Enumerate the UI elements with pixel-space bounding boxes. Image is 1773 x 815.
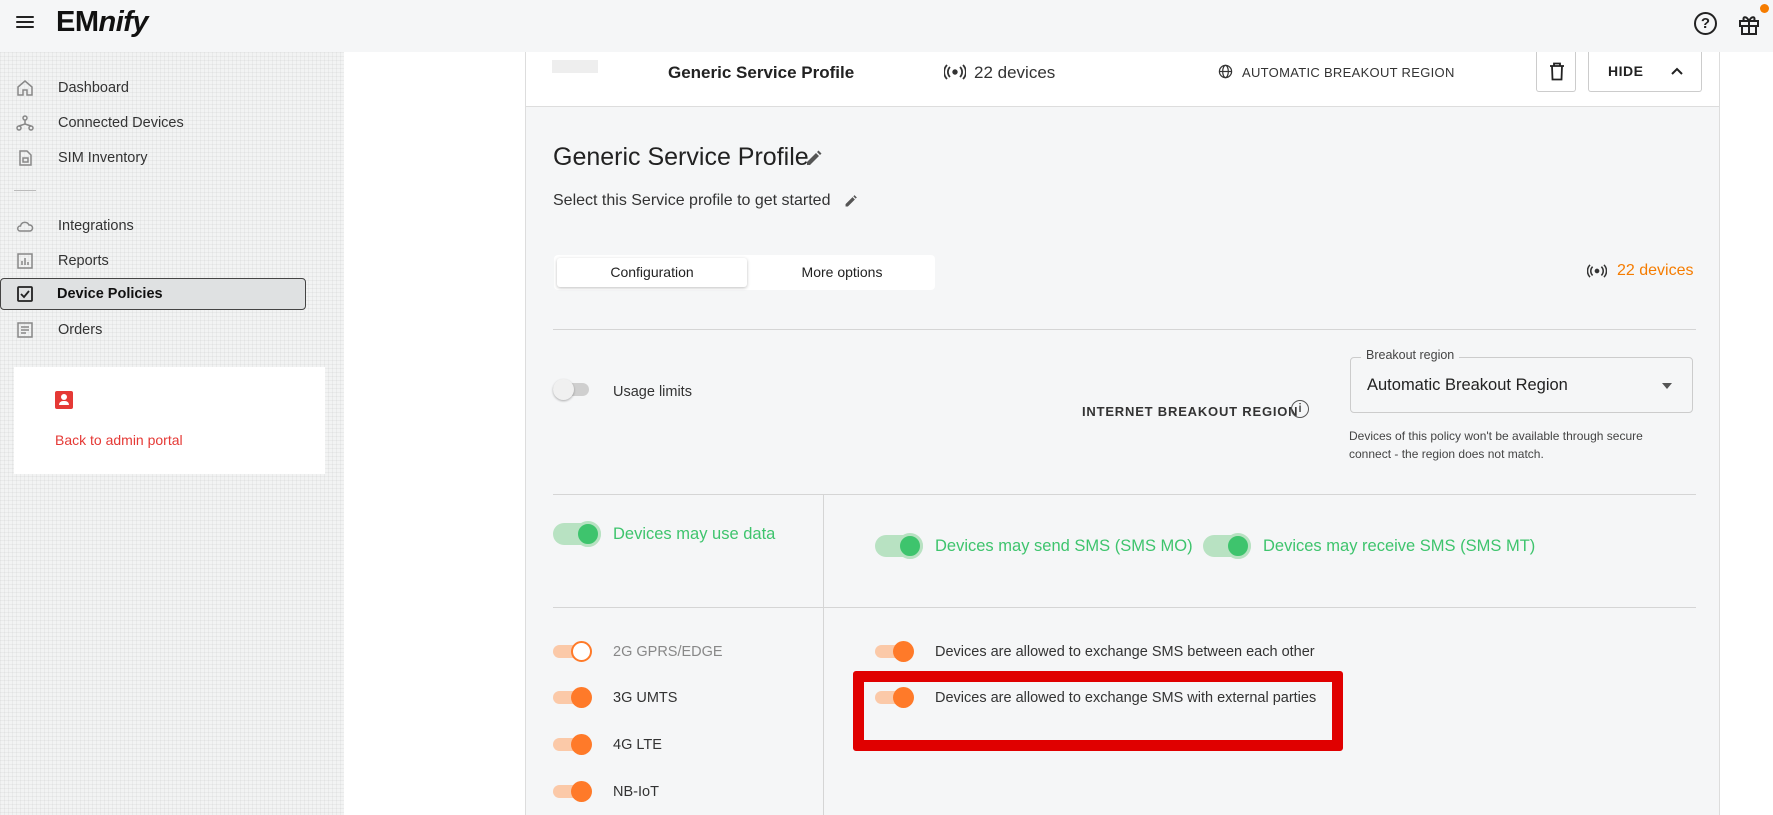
network-icon <box>16 115 34 131</box>
internet-breakout-label: INTERNET BREAKOUT REGION <box>1082 404 1299 419</box>
sidebar-item-label: Device Policies <box>57 286 163 302</box>
sidebar-item-device-policies[interactable]: Device Policies <box>0 278 306 310</box>
trash-icon <box>1550 62 1564 81</box>
cloud-icon <box>17 221 34 232</box>
admin-portal-card: Back to admin portal <box>14 367 325 474</box>
app-logo[interactable]: EMnify <box>56 6 149 39</box>
sidebar-divider <box>14 190 36 191</box>
highlight-box <box>853 671 1343 751</box>
profile-header-row[interactable]: Generic Service Profile 22 devices AUTOM… <box>525 52 1720 107</box>
tab-configuration[interactable]: Configuration <box>557 258 747 287</box>
sidebar-item-connected-devices[interactable]: Connected Devices <box>0 107 306 139</box>
notification-dot <box>1760 4 1769 13</box>
sidebar-item-label: Integrations <box>58 218 134 234</box>
tech-3g-toggle[interactable] <box>553 685 593 711</box>
sidebar-item-label: Reports <box>58 253 109 269</box>
sim-icon <box>19 150 32 166</box>
document-icon <box>17 322 33 338</box>
divider <box>553 494 1696 495</box>
usage-limits-label: Usage limits <box>613 384 692 400</box>
sms-mt-label: Devices may receive SMS (SMS MT) <box>1263 537 1536 555</box>
user-icon <box>55 391 73 409</box>
sidebar-item-label: Dashboard <box>58 80 129 96</box>
sidebar-item-label: Connected Devices <box>58 115 184 131</box>
tech-nbiot-label: NB-IoT <box>613 784 659 800</box>
signal-icon <box>1587 264 1607 278</box>
profile-title: Generic Service Profile <box>553 143 809 171</box>
device-count-link[interactable]: 22 devices <box>1617 262 1694 280</box>
sidebar-item-orders[interactable]: Orders <box>0 314 306 346</box>
sidebar-item-label: SIM Inventory <box>58 150 148 166</box>
tech-2g-label: 2G GPRS/EDGE <box>613 644 723 660</box>
breakout-region-select[interactable]: Breakout region Automatic Breakout Regio… <box>1350 348 1693 413</box>
sms-between-devices-toggle[interactable] <box>875 639 915 665</box>
signal-icon <box>944 64 966 80</box>
column-divider <box>823 494 824 815</box>
chevron-up-icon <box>1671 67 1683 75</box>
tech-3g-label: 3G UMTS <box>613 690 678 706</box>
tech-4g-toggle[interactable] <box>553 732 593 758</box>
globe-icon <box>1218 64 1233 79</box>
sidebar-item-label: Orders <box>58 322 103 338</box>
use-data-toggle[interactable] <box>553 519 603 549</box>
back-to-admin-link[interactable]: Back to admin portal <box>55 432 183 448</box>
sidebar: Dashboard Connected Devices SIM Inventor… <box>0 52 344 815</box>
chart-icon <box>17 253 33 269</box>
tab-more-options[interactable]: More options <box>752 258 932 287</box>
use-data-label: Devices may use data <box>613 525 776 543</box>
profile-subtitle: Select this Service profile to get start… <box>553 192 831 209</box>
divider <box>553 329 1696 330</box>
breakout-region-help: Devices of this policy won't be availabl… <box>1349 429 1643 461</box>
sidebar-item-integrations[interactable]: Integrations <box>0 210 306 242</box>
profile-header-devices: 22 devices <box>974 63 1056 82</box>
tech-2g-toggle[interactable] <box>553 639 593 665</box>
tech-nbiot-toggle[interactable] <box>553 779 593 805</box>
hide-button-label: HIDE <box>1608 63 1644 79</box>
tech-4g-label: 4G LTE <box>613 737 662 753</box>
sms-mo-toggle[interactable] <box>875 531 925 561</box>
sms-mo-label: Devices may send SMS (SMS MO) <box>935 537 1193 555</box>
gift-icon[interactable] <box>1737 12 1761 36</box>
sms-between-devices-label: Devices are allowed to exchange SMS betw… <box>935 644 1315 660</box>
usage-limits-toggle[interactable] <box>553 377 593 403</box>
info-icon[interactable]: i <box>1291 400 1309 418</box>
sms-mt-toggle[interactable] <box>1203 531 1253 561</box>
profile-thumbnail <box>552 60 598 73</box>
edit-pencil-icon[interactable] <box>805 149 823 167</box>
breakout-region-legend: Breakout region <box>1361 348 1460 362</box>
top-bar: EMnify ? <box>0 0 1773 52</box>
sidebar-item-sim-inventory[interactable]: SIM Inventory <box>0 142 306 174</box>
profile-header-region: AUTOMATIC BREAKOUT REGION <box>1242 65 1455 80</box>
profile-tabs: Configuration More options <box>554 255 935 290</box>
home-icon <box>17 80 33 96</box>
hamburger-menu-icon[interactable] <box>16 14 34 32</box>
sidebar-item-dashboard[interactable]: Dashboard <box>0 72 306 104</box>
breakout-region-value: Automatic Breakout Region <box>1367 376 1568 394</box>
checkbox-icon <box>17 286 33 302</box>
edit-pencil-icon[interactable] <box>844 194 858 208</box>
help-icon[interactable]: ? <box>1694 12 1717 35</box>
caret-down-icon <box>1662 383 1672 389</box>
profile-header-name: Generic Service Profile <box>668 63 855 82</box>
hide-button[interactable]: HIDE <box>1588 52 1702 92</box>
divider <box>553 607 1696 608</box>
sidebar-item-reports[interactable]: Reports <box>0 245 306 277</box>
delete-button[interactable] <box>1536 52 1576 92</box>
